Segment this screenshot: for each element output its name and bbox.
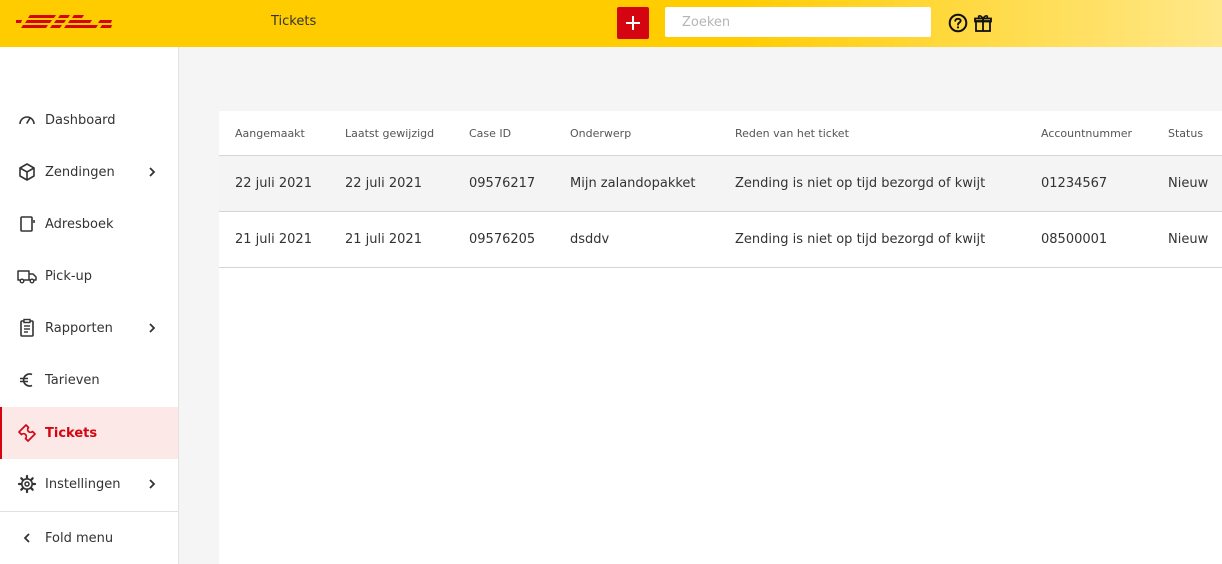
euro-icon [20, 373, 33, 387]
cell-laatst-gewijzigd: 21 juli 2021 [345, 232, 422, 247]
gear-icon [17, 474, 37, 494]
cell-accountnummer: 08500001 [1041, 232, 1108, 247]
truck-icon [17, 270, 37, 284]
table-header: Aangemaakt Laatst gewijzigd Case ID Onde… [219, 111, 1222, 156]
sidebar-item-dashboard[interactable]: Dashboard [0, 94, 178, 146]
cell-onderwerp: Mijn zalandopakket [570, 176, 696, 191]
fold-menu-button[interactable]: Fold menu [0, 512, 178, 564]
cell-status: Nieuw [1168, 232, 1209, 247]
tickets-table: Aangemaakt Laatst gewijzigd Case ID Onde… [219, 111, 1222, 564]
sidebar-item-adresboek[interactable]: Adresboek [0, 198, 178, 250]
table-row[interactable]: 22 juli 2021 22 juli 2021 09576217 Mijn … [219, 156, 1222, 212]
column-header-case-id[interactable]: Case ID [469, 127, 511, 140]
column-header-aangemaakt[interactable]: Aangemaakt [235, 127, 305, 140]
chevron-left-icon [23, 533, 30, 543]
top-bar: Tickets [0, 0, 1222, 47]
cell-aangemaakt: 21 juli 2021 [235, 232, 312, 247]
sidebar: Dashboard Zendingen Adresboek Pick-up Ra… [0, 47, 179, 564]
sidebar-item-label: Adresboek [45, 216, 114, 232]
chevron-right-icon [149, 323, 156, 333]
page-title: Tickets [271, 14, 317, 29]
column-header-onderwerp[interactable]: Onderwerp [570, 127, 631, 140]
clipboard-icon [20, 318, 34, 337]
question-circle-icon[interactable] [948, 13, 968, 33]
sidebar-item-label: Zendingen [45, 164, 115, 180]
cell-laatst-gewijzigd: 22 juli 2021 [345, 176, 422, 191]
gift-icon[interactable] [973, 13, 993, 33]
column-header-reden[interactable]: Reden van het ticket [735, 127, 849, 140]
sidebar-item-pick-up[interactable]: Pick-up [0, 250, 178, 302]
sidebar-item-tickets[interactable]: Tickets [0, 407, 178, 459]
sidebar-item-instellingen[interactable]: Instellingen [0, 458, 178, 510]
dhl-logo[interactable] [16, 12, 112, 32]
add-button[interactable] [617, 7, 649, 39]
cell-status: Nieuw [1168, 176, 1209, 191]
chevron-right-icon [149, 479, 156, 489]
sidebar-item-zendingen[interactable]: Zendingen [0, 146, 178, 198]
chevron-right-icon [149, 167, 156, 177]
column-header-laatst-gewijzigd[interactable]: Laatst gewijzigd [345, 127, 434, 140]
sidebar-item-label: Dashboard [45, 112, 116, 128]
sidebar-item-tarieven[interactable]: Tarieven [0, 354, 178, 406]
sidebar-item-label: Instellingen [45, 476, 121, 492]
table-row[interactable]: 21 juli 2021 21 juli 2021 09576205 dsddv… [219, 212, 1222, 268]
column-header-accountnummer[interactable]: Accountnummer [1041, 127, 1132, 140]
address-book-icon [20, 216, 35, 232]
cell-reden: Zending is niet op tijd bezorgd of kwijt [735, 176, 986, 191]
sidebar-item-label: Pick-up [45, 268, 93, 284]
search-box [665, 7, 931, 37]
plus-icon [626, 16, 640, 30]
gauge-icon [19, 116, 35, 125]
sidebar-item-label: Rapporten [45, 320, 113, 336]
ticket-icon [18, 424, 36, 442]
sidebar-item-rapporten[interactable]: Rapporten [0, 302, 178, 354]
fold-menu-label: Fold menu [45, 530, 114, 546]
sidebar-item-label: Tickets [45, 425, 98, 441]
column-header-status[interactable]: Status [1168, 127, 1203, 140]
search-input[interactable] [665, 7, 931, 37]
cell-case-id: 09576205 [469, 232, 536, 247]
sidebar-item-label: Tarieven [45, 372, 100, 388]
cell-accountnummer: 01234567 [1041, 176, 1108, 191]
cell-reden: Zending is niet op tijd bezorgd of kwijt [735, 232, 986, 247]
cell-onderwerp: dsddv [570, 232, 610, 247]
cell-aangemaakt: 22 juli 2021 [235, 176, 312, 191]
package-icon [19, 163, 35, 181]
cell-case-id: 09576217 [469, 176, 536, 191]
